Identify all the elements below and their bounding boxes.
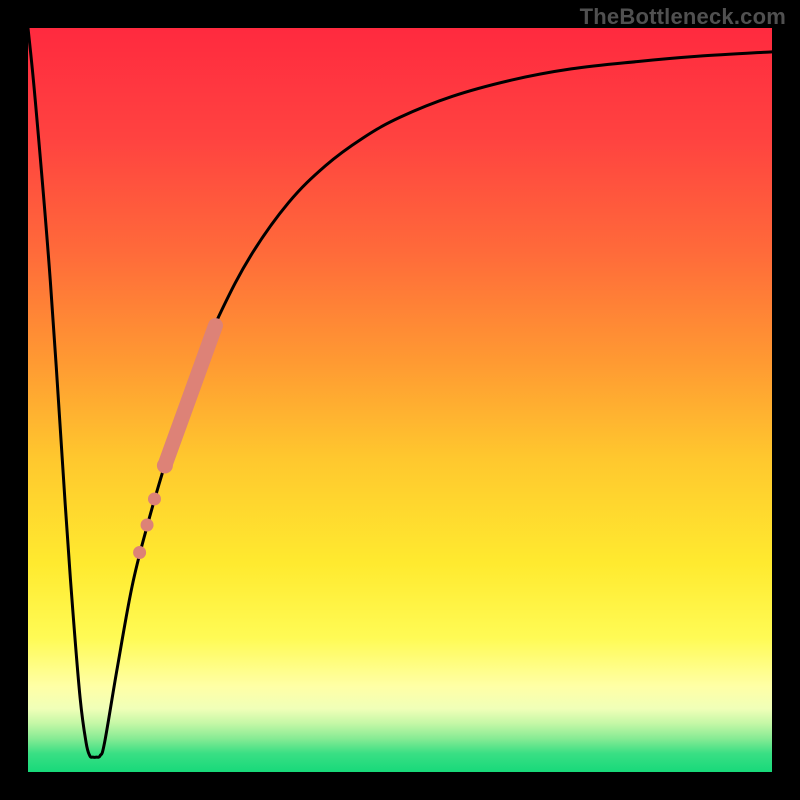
chart-background [28,28,772,772]
watermark-label: TheBottleneck.com [580,4,786,30]
marker-dot [141,518,154,531]
marker-dot [157,457,173,473]
chart-svg [28,28,772,772]
marker-dot [148,492,161,505]
marker-dot [133,546,146,559]
chart-frame: TheBottleneck.com [0,0,800,800]
plot-area [28,28,772,772]
